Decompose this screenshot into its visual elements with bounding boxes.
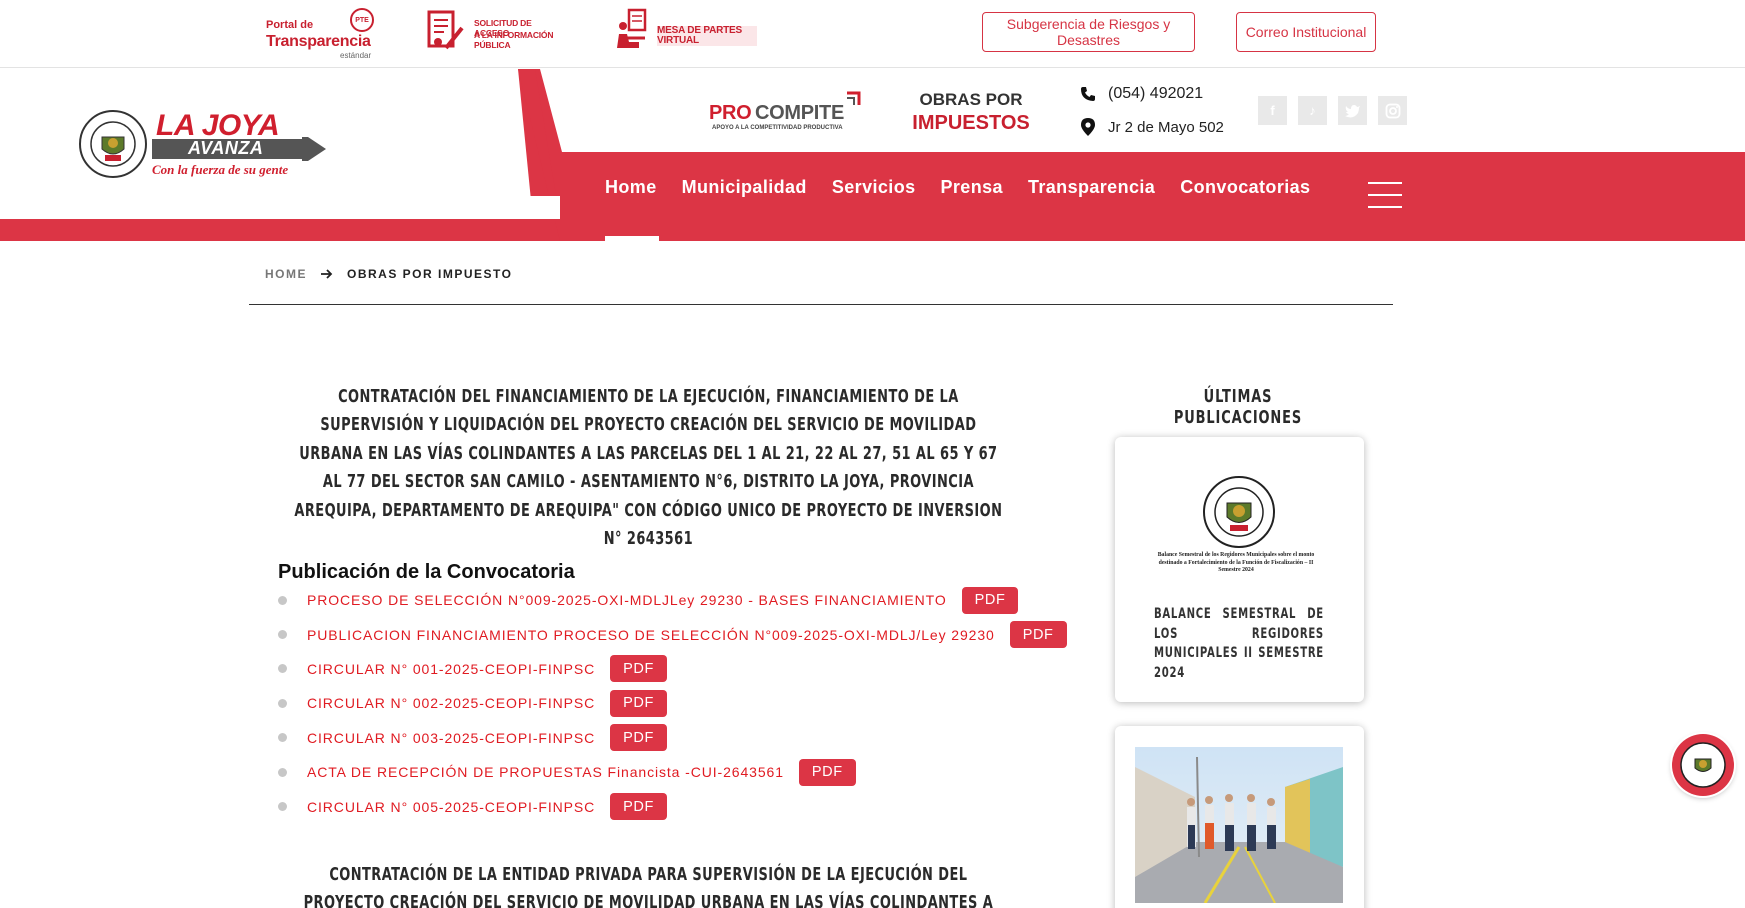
- bullet: [278, 802, 287, 812]
- floating-seal-button[interactable]: [1672, 734, 1734, 796]
- municipal-seal-icon: [79, 110, 147, 178]
- map-pin-icon: [1081, 118, 1095, 136]
- contact-address: Jr 2 de Mayo 502: [1080, 115, 1224, 139]
- pdf-button[interactable]: PDF: [1009, 621, 1067, 649]
- mesa-partes-logo[interactable]: MESA DE PARTES VIRTUAL: [615, 8, 757, 52]
- tiktok-icon[interactable]: ♪: [1298, 96, 1327, 125]
- municipal-seal-icon: [1680, 742, 1726, 788]
- brand-tagline: Con la fuerza de su gente: [152, 162, 289, 177]
- list-item: PUBLICACION FINANCIAMIENTO PROCESO DE SE…: [278, 617, 1067, 651]
- breadcrumb-divider: [249, 304, 1393, 305]
- list-item: ACTA DE RECEPCIÓN DE PROPUESTAS Financis…: [278, 755, 1067, 789]
- article-title-2: CONTRATACIÓN DE LA ENTIDAD PRIVADA PARA …: [303, 864, 994, 908]
- bullet: [278, 595, 287, 605]
- document-link[interactable]: CIRCULAR N° 005-2025-CEOPI-FINPSC: [307, 799, 595, 815]
- portal-transparencia-logo[interactable]: Portal de Transparencia estándar PTE: [266, 8, 376, 60]
- obras-line2: IMPUESTOS: [912, 112, 1030, 134]
- arrow-right-icon: [321, 269, 333, 279]
- procompite-logo[interactable]: PRO COMPITE APOYO A LA COMPETITIVIDAD PR…: [709, 89, 861, 137]
- hamburger-menu-icon[interactable]: [1368, 182, 1402, 208]
- nav-item-convocatorias[interactable]: Convocatorias: [1168, 170, 1323, 220]
- publication-thumbnail: [1135, 457, 1343, 598]
- street-photo: [1135, 747, 1343, 903]
- address-text: Jr 2 de Mayo 502: [1108, 118, 1224, 136]
- brand-avanza: AVANZA: [188, 138, 264, 158]
- mesa-label: MESA DE PARTES VIRTUAL: [657, 26, 757, 46]
- pdf-button[interactable]: PDF: [798, 758, 856, 786]
- nav-active-indicator: [605, 236, 659, 241]
- document-link[interactable]: PROCESO DE SELECCIÓN N°009-2025-OXI-MDLJ…: [307, 592, 947, 608]
- list-item: CIRCULAR N° 003-2025-CEOPI-FINPSC PDF: [278, 721, 1067, 755]
- desk-person-icon: [617, 8, 647, 48]
- publication-card-2[interactable]: [1115, 726, 1364, 908]
- list-item: CIRCULAR N° 002-2025-CEOPI-FINPSC PDF: [278, 686, 1067, 720]
- nav-item-home[interactable]: Home: [605, 170, 669, 220]
- phone-icon: [1081, 87, 1095, 101]
- bullet: [278, 733, 287, 743]
- social-links: f ♪: [1258, 96, 1407, 125]
- article-title: CONTRATACIÓN DEL FINANCIAMIENTO DE LA EJ…: [294, 386, 1003, 550]
- instagram-icon[interactable]: [1378, 96, 1407, 125]
- pdf-button[interactable]: PDF: [610, 689, 667, 717]
- pte-badge: PTE: [350, 8, 374, 32]
- section-title: Publicación de la Convocatoria: [278, 561, 575, 583]
- nav-item-municipalidad[interactable]: Municipalidad: [669, 170, 819, 220]
- procompite-arrow-icon: [847, 91, 861, 105]
- breadcrumb-current: OBRAS POR IMPUESTO: [347, 267, 513, 281]
- bullet: [278, 698, 287, 708]
- la-joya-brand-logo[interactable]: LA JOYA AVANZA Con la fuerza de su gente: [78, 109, 328, 185]
- correo-institucional-button[interactable]: Correo Institucional: [1236, 12, 1376, 52]
- document-link[interactable]: CIRCULAR N° 003-2025-CEOPI-FINPSC: [307, 730, 595, 746]
- thumbnail-doc-text: Balance Semestral de los Regidores Munic…: [1157, 552, 1315, 573]
- document-link[interactable]: CIRCULAR N° 002-2025-CEOPI-FINPSC: [307, 695, 595, 711]
- main-nav: Home Municipalidad Servicios Prensa Tran…: [605, 170, 1323, 220]
- pdf-button[interactable]: PDF: [961, 586, 1019, 614]
- document-link[interactable]: ACTA DE RECEPCIÓN DE PROPUESTAS Financis…: [307, 764, 784, 780]
- nav-item-prensa[interactable]: Prensa: [928, 170, 1015, 220]
- riesgos-desastres-button[interactable]: Subgerencia de Riesgos y Desastres: [982, 12, 1195, 52]
- solicitud-acceso-logo[interactable]: SOLICITUD DE ACCESO A LA INFORMACIÓN PÚB…: [426, 10, 566, 52]
- bullet: [278, 767, 287, 777]
- list-item: CIRCULAR N° 001-2025-CEOPI-FINPSC PDF: [278, 652, 1067, 686]
- breadcrumb-home[interactable]: HOME: [265, 267, 307, 281]
- site-header: LA JOYA AVANZA Con la fuerza de su gente…: [0, 69, 1745, 241]
- sidebar-title: ÚLTIMAS PUBLICACIONES: [1173, 386, 1303, 428]
- procompite-pro: PRO: [709, 102, 752, 124]
- nav-item-transparencia[interactable]: Transparencia: [1015, 170, 1167, 220]
- breadcrumb: HOME OBRAS POR IMPUESTO: [265, 264, 512, 284]
- pdf-button[interactable]: PDF: [610, 655, 667, 683]
- top-bar: Portal de Transparencia estándar PTE SOL…: [0, 0, 1745, 68]
- solicitud-line2: A LA INFORMACIÓN PÚBLICA: [474, 30, 554, 50]
- pdf-button[interactable]: PDF: [610, 724, 667, 752]
- pte-title: Portal de: [266, 19, 314, 31]
- nav-item-servicios[interactable]: Servicios: [819, 170, 928, 220]
- pdf-button[interactable]: PDF: [610, 793, 667, 821]
- document-link[interactable]: CIRCULAR N° 001-2025-CEOPI-FINPSC: [307, 661, 595, 677]
- publication-title: BALANCE SEMESTRAL DE LOS REGIDORES MUNIC…: [1154, 606, 1324, 681]
- twitter-icon[interactable]: [1338, 96, 1367, 125]
- bullet: [278, 630, 287, 640]
- main-content: CONTRATACIÓN DEL FINANCIAMIENTO DE LA EJ…: [270, 383, 1080, 908]
- document-pen-icon: [427, 10, 464, 50]
- bullet: [278, 664, 287, 674]
- phone-number: (054) 492021: [1108, 85, 1204, 102]
- obras-impuestos-logo[interactable]: OBRAS POR IMPUESTOS: [912, 89, 1030, 139]
- pte-sub: estándar: [340, 51, 372, 60]
- pte-main: Transparencia: [266, 33, 371, 50]
- procompite-compite: COMPITE: [755, 102, 845, 124]
- contact-phone: (054) 492021: [1080, 82, 1203, 106]
- procompite-subtitle: APOYO A LA COMPETITIVIDAD PRODUCTIVA: [712, 125, 843, 131]
- document-link[interactable]: PUBLICACION FINANCIAMIENTO PROCESO DE SE…: [307, 627, 995, 643]
- facebook-icon[interactable]: f: [1258, 96, 1287, 125]
- list-item: PROCESO DE SELECCIÓN N°009-2025-OXI-MDLJ…: [278, 583, 1067, 617]
- municipal-seal-icon: [1203, 476, 1275, 548]
- document-list: PROCESO DE SELECCIÓN N°009-2025-OXI-MDLJ…: [278, 583, 1067, 824]
- list-item: CIRCULAR N° 005-2025-CEOPI-FINPSC PDF: [278, 789, 1067, 823]
- obras-line1: OBRAS POR: [919, 90, 1023, 109]
- publication-card[interactable]: Balance Semestral de los Regidores Munic…: [1115, 437, 1364, 702]
